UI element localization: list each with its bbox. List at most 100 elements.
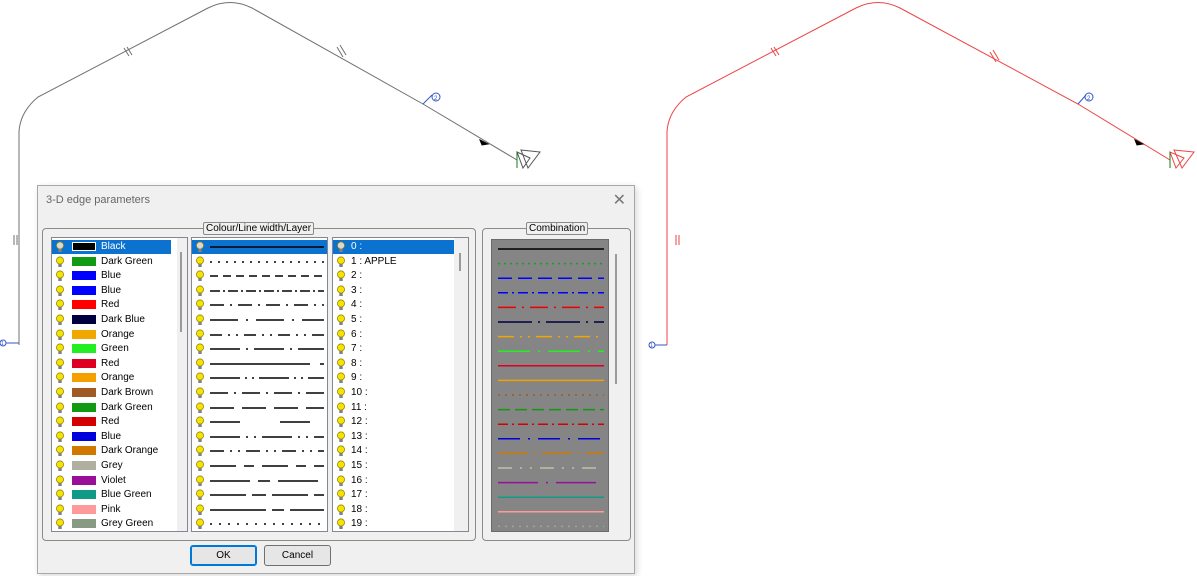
colour-list-item[interactable]: Violet: [52, 474, 171, 488]
lightbulb-icon[interactable]: [336, 285, 346, 297]
lightbulb-icon[interactable]: [195, 329, 205, 341]
linestyle-list-item[interactable]: [192, 357, 327, 371]
linestyle-list-item[interactable]: [192, 415, 327, 429]
dialog-titlebar[interactable]: 3-D edge parameters ✕: [38, 186, 634, 214]
colour-list-item[interactable]: Blue: [52, 430, 171, 444]
layer-list-scroll-thumb[interactable]: [459, 253, 461, 271]
lightbulb-icon[interactable]: [55, 445, 65, 457]
linestyle-list-item[interactable]: [192, 342, 327, 356]
lightbulb-icon[interactable]: [195, 475, 205, 487]
lightbulb-icon[interactable]: [336, 270, 346, 282]
layer-list-item[interactable]: 2 :: [333, 269, 454, 283]
layer-list-item[interactable]: 17 :: [333, 488, 454, 502]
colour-list-scroll-thumb[interactable]: [180, 252, 182, 332]
lightbulb-icon[interactable]: [195, 256, 205, 268]
colour-list-item[interactable]: Orange: [52, 371, 171, 385]
lightbulb-icon[interactable]: [55, 343, 65, 355]
linestyle-list[interactable]: [191, 237, 328, 532]
lightbulb-icon[interactable]: [195, 387, 205, 399]
lightbulb-icon[interactable]: [55, 256, 65, 268]
lightbulb-icon[interactable]: [55, 299, 65, 311]
lightbulb-icon[interactable]: [195, 518, 205, 530]
colour-list-item[interactable]: Red: [52, 415, 171, 429]
lightbulb-icon[interactable]: [336, 460, 346, 472]
lightbulb-icon[interactable]: [336, 475, 346, 487]
lightbulb-icon[interactable]: [195, 460, 205, 472]
lightbulb-icon[interactable]: [336, 504, 346, 516]
layer-list-item[interactable]: 16 :: [333, 474, 454, 488]
lightbulb-icon[interactable]: [55, 285, 65, 297]
lightbulb-icon[interactable]: [195, 402, 205, 414]
colour-list-item[interactable]: Red: [52, 298, 171, 312]
lightbulb-icon[interactable]: [336, 241, 346, 253]
lightbulb-icon[interactable]: [336, 372, 346, 384]
colour-list-item[interactable]: Grey Green: [52, 517, 171, 531]
combination-scroll-thumb[interactable]: [615, 254, 617, 384]
lightbulb-icon[interactable]: [55, 460, 65, 472]
lightbulb-icon[interactable]: [336, 431, 346, 443]
lightbulb-icon[interactable]: [55, 387, 65, 399]
layer-list-item[interactable]: 4 :: [333, 298, 454, 312]
linestyle-list-item[interactable]: [192, 444, 327, 458]
lightbulb-icon[interactable]: [195, 416, 205, 428]
linestyle-list-item[interactable]: [192, 284, 327, 298]
lightbulb-icon[interactable]: [55, 416, 65, 428]
lightbulb-icon[interactable]: [336, 299, 346, 311]
lightbulb-icon[interactable]: [336, 489, 346, 501]
colour-list-item[interactable]: Dark Green: [52, 255, 171, 269]
colour-list-item[interactable]: Blue Green: [52, 488, 171, 502]
linestyle-list-item[interactable]: [192, 386, 327, 400]
close-icon[interactable]: ✕: [613, 190, 626, 210]
lightbulb-icon[interactable]: [195, 504, 205, 516]
ok-button[interactable]: OK: [190, 545, 257, 566]
colour-list[interactable]: Black Dark Green Blue Blue Red Dark Blue Orang…: [51, 237, 188, 532]
lightbulb-icon[interactable]: [195, 299, 205, 311]
linestyle-list-item[interactable]: [192, 240, 327, 254]
lightbulb-icon[interactable]: [55, 314, 65, 326]
lightbulb-icon[interactable]: [336, 256, 346, 268]
lightbulb-icon[interactable]: [195, 285, 205, 297]
layer-list-item[interactable]: 14 :: [333, 444, 454, 458]
lightbulb-icon[interactable]: [336, 445, 346, 457]
linestyle-list-item[interactable]: [192, 255, 327, 269]
linestyle-list-item[interactable]: [192, 328, 327, 342]
layer-list-item[interactable]: 11 :: [333, 401, 454, 415]
lightbulb-icon[interactable]: [336, 387, 346, 399]
linestyle-list-item[interactable]: [192, 371, 327, 385]
lightbulb-icon[interactable]: [336, 402, 346, 414]
colour-list-item[interactable]: Blue: [52, 269, 171, 283]
lightbulb-icon[interactable]: [55, 241, 65, 253]
colour-list-item[interactable]: Dark Blue: [52, 313, 171, 327]
combination-scrollbar[interactable]: [610, 239, 622, 532]
lightbulb-icon[interactable]: [55, 270, 65, 282]
linestyle-list-item[interactable]: [192, 459, 327, 473]
linestyle-list-item[interactable]: [192, 401, 327, 415]
colour-list-item[interactable]: Dark Orange: [52, 444, 171, 458]
lightbulb-icon[interactable]: [195, 372, 205, 384]
layer-list-item[interactable]: 19 :: [333, 517, 454, 531]
lightbulb-icon[interactable]: [336, 329, 346, 341]
lightbulb-icon[interactable]: [195, 489, 205, 501]
layer-list[interactable]: 0 : 1 : APPLE 2 : 3 : 4 : 5 : 6 : 7 : 8 : 9 : 10 :…: [332, 237, 469, 532]
layer-list-item[interactable]: 8 :: [333, 357, 454, 371]
linestyle-list-item[interactable]: [192, 488, 327, 502]
layer-list-item[interactable]: 1 : APPLE: [333, 255, 454, 269]
linestyle-list-item[interactable]: [192, 474, 327, 488]
layer-list-item[interactable]: 18 :: [333, 503, 454, 517]
lightbulb-icon[interactable]: [195, 358, 205, 370]
colour-list-item[interactable]: Blue: [52, 284, 171, 298]
lightbulb-icon[interactable]: [336, 358, 346, 370]
linestyle-list-item[interactable]: [192, 298, 327, 312]
lightbulb-icon[interactable]: [336, 416, 346, 428]
layer-list-item[interactable]: 15 :: [333, 459, 454, 473]
lightbulb-icon[interactable]: [195, 314, 205, 326]
combination-list[interactable]: [491, 239, 609, 532]
lightbulb-icon[interactable]: [55, 518, 65, 530]
cancel-button[interactable]: Cancel: [264, 545, 331, 566]
layer-list-item[interactable]: 3 :: [333, 284, 454, 298]
colour-list-item[interactable]: Grey: [52, 459, 171, 473]
layer-list-item[interactable]: 12 :: [333, 415, 454, 429]
pipe-route-right[interactable]: 2 1: [648, 2, 1195, 350]
lightbulb-icon[interactable]: [195, 270, 205, 282]
layer-list-item[interactable]: 10 :: [333, 386, 454, 400]
